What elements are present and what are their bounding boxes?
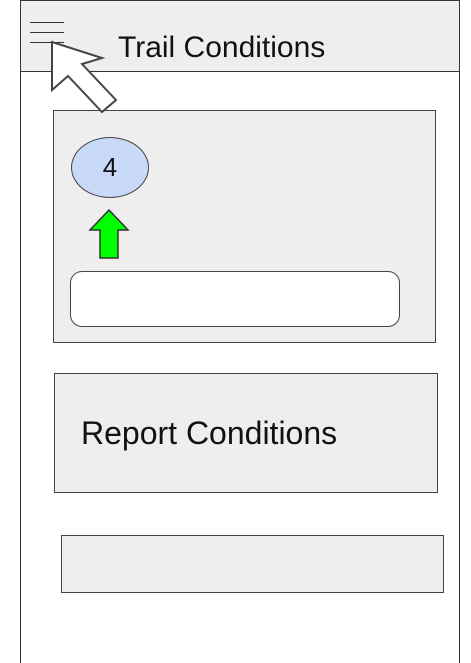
report-count: 4 (102, 152, 118, 182)
condition-comment-input[interactable] (70, 271, 400, 327)
report-count-badge: 4 (71, 137, 149, 198)
report-conditions-label: Report Conditions (81, 414, 338, 451)
placeholder-bar (61, 535, 444, 593)
page-title: Trail Conditions (118, 31, 326, 64)
upvote-arrow-icon[interactable] (88, 208, 130, 260)
hamburger-menu-icon[interactable] (30, 22, 64, 44)
report-conditions-button[interactable]: Report Conditions (54, 373, 438, 493)
